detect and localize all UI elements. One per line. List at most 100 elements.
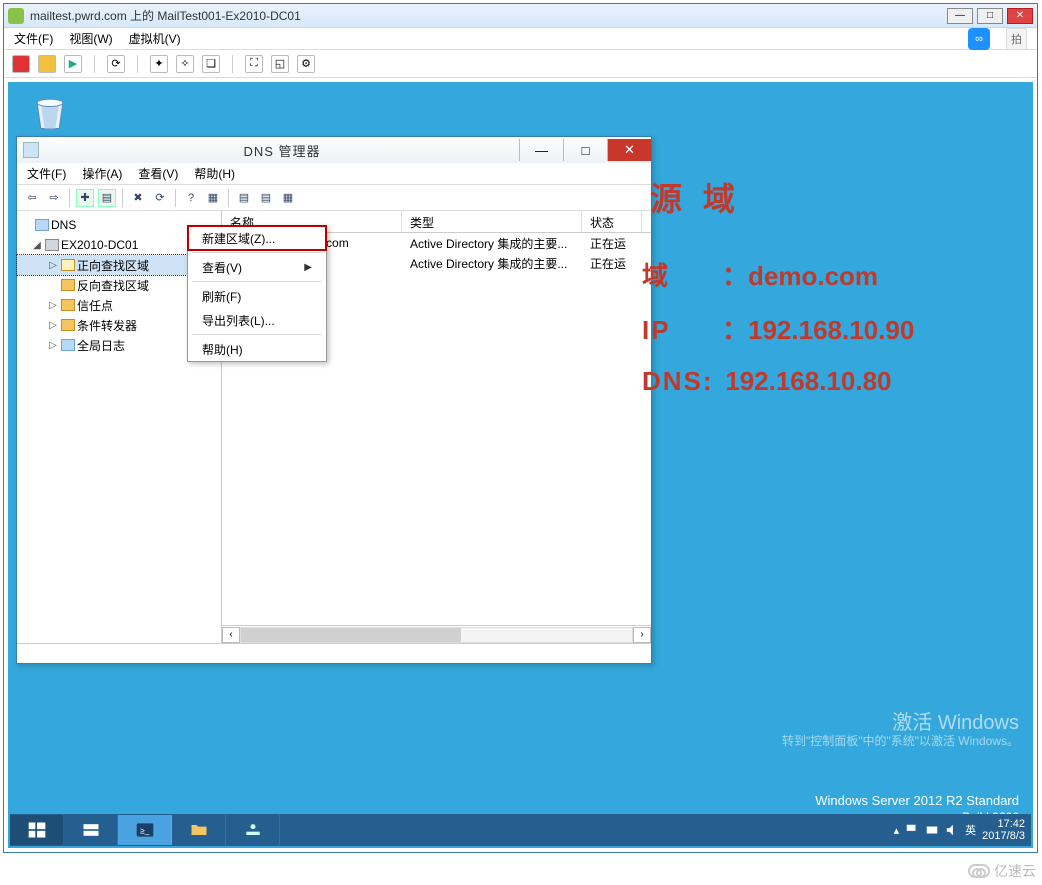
col-status[interactable]: 状态 (582, 211, 642, 232)
col-type[interactable]: 类型 (402, 211, 582, 232)
network-icon[interactable] (925, 823, 939, 837)
cloud-icon[interactable]: ∞ (968, 28, 990, 50)
ctx-view[interactable]: 查看(V) ▶ (188, 255, 326, 279)
watermark-activate: 激活 Windows (892, 706, 1019, 735)
dns-menu-action[interactable]: 操作(A) (82, 165, 122, 182)
dns-menu-file[interactable]: 文件(F) (27, 165, 66, 182)
tree-item-label: 信任点 (77, 297, 113, 314)
unity-icon[interactable]: ◱ (271, 55, 289, 73)
play-icon[interactable]: ▶ (64, 55, 82, 73)
list-icon[interactable]: ▤ (235, 189, 253, 207)
dns-titlebar[interactable]: DNS 管理器 — □ ✕ (17, 137, 651, 163)
list2-icon[interactable]: ▤ (257, 189, 275, 207)
snapshot-badge[interactable]: 拍 (1006, 28, 1027, 50)
ctx-separator (192, 334, 322, 335)
sound-icon[interactable] (945, 823, 959, 837)
delete-icon[interactable]: ✖ (129, 189, 147, 207)
ctx-label: 帮助(H) (202, 341, 243, 358)
brand-watermark: 亿速云 (968, 861, 1036, 881)
refresh-toolbar-icon[interactable]: ⟳ (151, 189, 169, 207)
clock[interactable]: 17:42 2017/8/3 (982, 818, 1025, 842)
new-icon[interactable]: ✚ (76, 189, 94, 207)
annotation-domain: 域：demo.com (642, 256, 878, 293)
cell-type: Active Directory 集成的主要... (402, 255, 582, 272)
vm-icon (8, 8, 24, 24)
annotation-ip: IP：192.168.10.90 (642, 310, 914, 347)
brand-text: 亿速云 (994, 861, 1036, 881)
start-button[interactable] (10, 815, 64, 845)
scroll-left-icon[interactable]: ‹ (222, 627, 240, 643)
clock-time: 17:42 (982, 818, 1025, 830)
power-off-icon[interactable] (12, 55, 30, 73)
watermark-instruct: 转到"控制面板"中的"系统"以激活 Windows。 (782, 732, 1019, 749)
tree-item-label: 条件转发器 (77, 317, 137, 334)
horizontal-scrollbar[interactable]: ‹ › (222, 625, 651, 643)
taskbar: ≥_ ▴ 英 17:42 2017/8/3 (10, 814, 1031, 846)
guest-desktop[interactable]: DNS 管理器 — □ ✕ 文件(F) 操作(A) 查看(V) 帮助(H) ⇦ … (8, 82, 1033, 848)
server-manager-icon (81, 820, 101, 840)
dns-minimize-button[interactable]: — (519, 139, 563, 161)
menu-file[interactable]: 文件(F) (14, 30, 53, 47)
ctx-export[interactable]: 导出列表(L)... (188, 308, 326, 332)
system-tray[interactable]: ▴ 英 17:42 2017/8/3 (888, 818, 1031, 842)
tree-root-label: DNS (51, 218, 76, 232)
snapshot-revert-icon[interactable]: ✧ (176, 55, 194, 73)
ctx-refresh[interactable]: 刷新(F) (188, 284, 326, 308)
ctx-separator (192, 252, 322, 253)
annotation-dns: DNS: 192.168.10.80 (642, 366, 892, 397)
log-icon (61, 339, 75, 351)
list3-icon[interactable]: ▦ (279, 189, 297, 207)
help-toolbar-icon[interactable]: ? (182, 189, 200, 207)
server-icon (45, 239, 59, 251)
forward-icon[interactable]: ⇨ (45, 189, 63, 207)
watermark-edition: Windows Server 2012 R2 Standard (815, 793, 1019, 808)
cell-status: 正在运 (582, 235, 642, 252)
fullscreen-icon[interactable]: ⛶ (245, 55, 263, 73)
dns-close-button[interactable]: ✕ (607, 139, 651, 161)
back-icon[interactable]: ⇦ (23, 189, 41, 207)
outer-title-text: mailtest.pwrd.com 上的 MailTest001-Ex2010-… (30, 7, 947, 24)
scroll-track[interactable] (240, 627, 633, 643)
outer-minimize-button[interactable]: — (947, 8, 973, 24)
taskbar-server-manager[interactable] (64, 815, 118, 845)
outer-menubar: 文件(F) 视图(W) 虚拟机(V) ∞ 拍 (4, 28, 1037, 50)
settings-icon[interactable]: ⚙ (297, 55, 315, 73)
dns-manager-window: DNS 管理器 — □ ✕ 文件(F) 操作(A) 查看(V) 帮助(H) ⇦ … (16, 136, 652, 664)
snapshot-take-icon[interactable]: ✦ (150, 55, 168, 73)
taskbar-explorer[interactable] (172, 815, 226, 845)
folder-icon (189, 820, 209, 840)
tree-server-label: EX2010-DC01 (61, 238, 138, 252)
taskbar-dns[interactable] (226, 815, 280, 845)
dns-app-icon (23, 142, 39, 158)
tree-item-label: 全局日志 (77, 337, 125, 354)
tray-up-icon[interactable]: ▴ (894, 824, 900, 837)
outer-titlebar[interactable]: mailtest.pwrd.com 上的 MailTest001-Ex2010-… (4, 4, 1037, 28)
refresh-icon[interactable]: ⟳ (107, 55, 125, 73)
dns-menu-help[interactable]: 帮助(H) (194, 165, 235, 182)
properties-icon[interactable]: ▤ (98, 189, 116, 207)
flag-icon[interactable] (905, 823, 919, 837)
folder-icon (61, 299, 75, 311)
taskbar-powershell[interactable]: ≥_ (118, 815, 172, 845)
ctx-help[interactable]: 帮助(H) (188, 337, 326, 361)
ctx-label: 新建区域(Z)... (202, 230, 275, 247)
scroll-right-icon[interactable]: › (633, 627, 651, 643)
menu-vm[interactable]: 虚拟机(V) (129, 30, 181, 47)
recycle-bin-icon[interactable] (28, 90, 72, 134)
snapshot-manage-icon[interactable]: ❏ (202, 55, 220, 73)
ctx-separator (192, 281, 322, 282)
outer-maximize-button[interactable]: □ (977, 8, 1003, 24)
dns-maximize-button[interactable]: □ (563, 139, 607, 161)
outer-close-button[interactable]: ✕ (1007, 8, 1033, 24)
dns-menu-view[interactable]: 查看(V) (138, 165, 178, 182)
scroll-thumb[interactable] (241, 628, 461, 642)
svg-text:≥_: ≥_ (140, 825, 150, 835)
ime-indicator[interactable]: 英 (965, 822, 976, 838)
pause-icon[interactable] (38, 55, 56, 73)
ctx-new-zone[interactable]: 新建区域(Z)... (188, 226, 326, 250)
dns-toolbar: ⇦ ⇨ ✚ ▤ ✖ ⟳ ? ▦ ▤ ▤ ▦ (17, 185, 651, 211)
powershell-icon: ≥_ (135, 820, 155, 840)
dns-menubar: 文件(F) 操作(A) 查看(V) 帮助(H) (17, 163, 651, 185)
menu-view[interactable]: 视图(W) (69, 30, 112, 47)
run-icon[interactable]: ▦ (204, 189, 222, 207)
